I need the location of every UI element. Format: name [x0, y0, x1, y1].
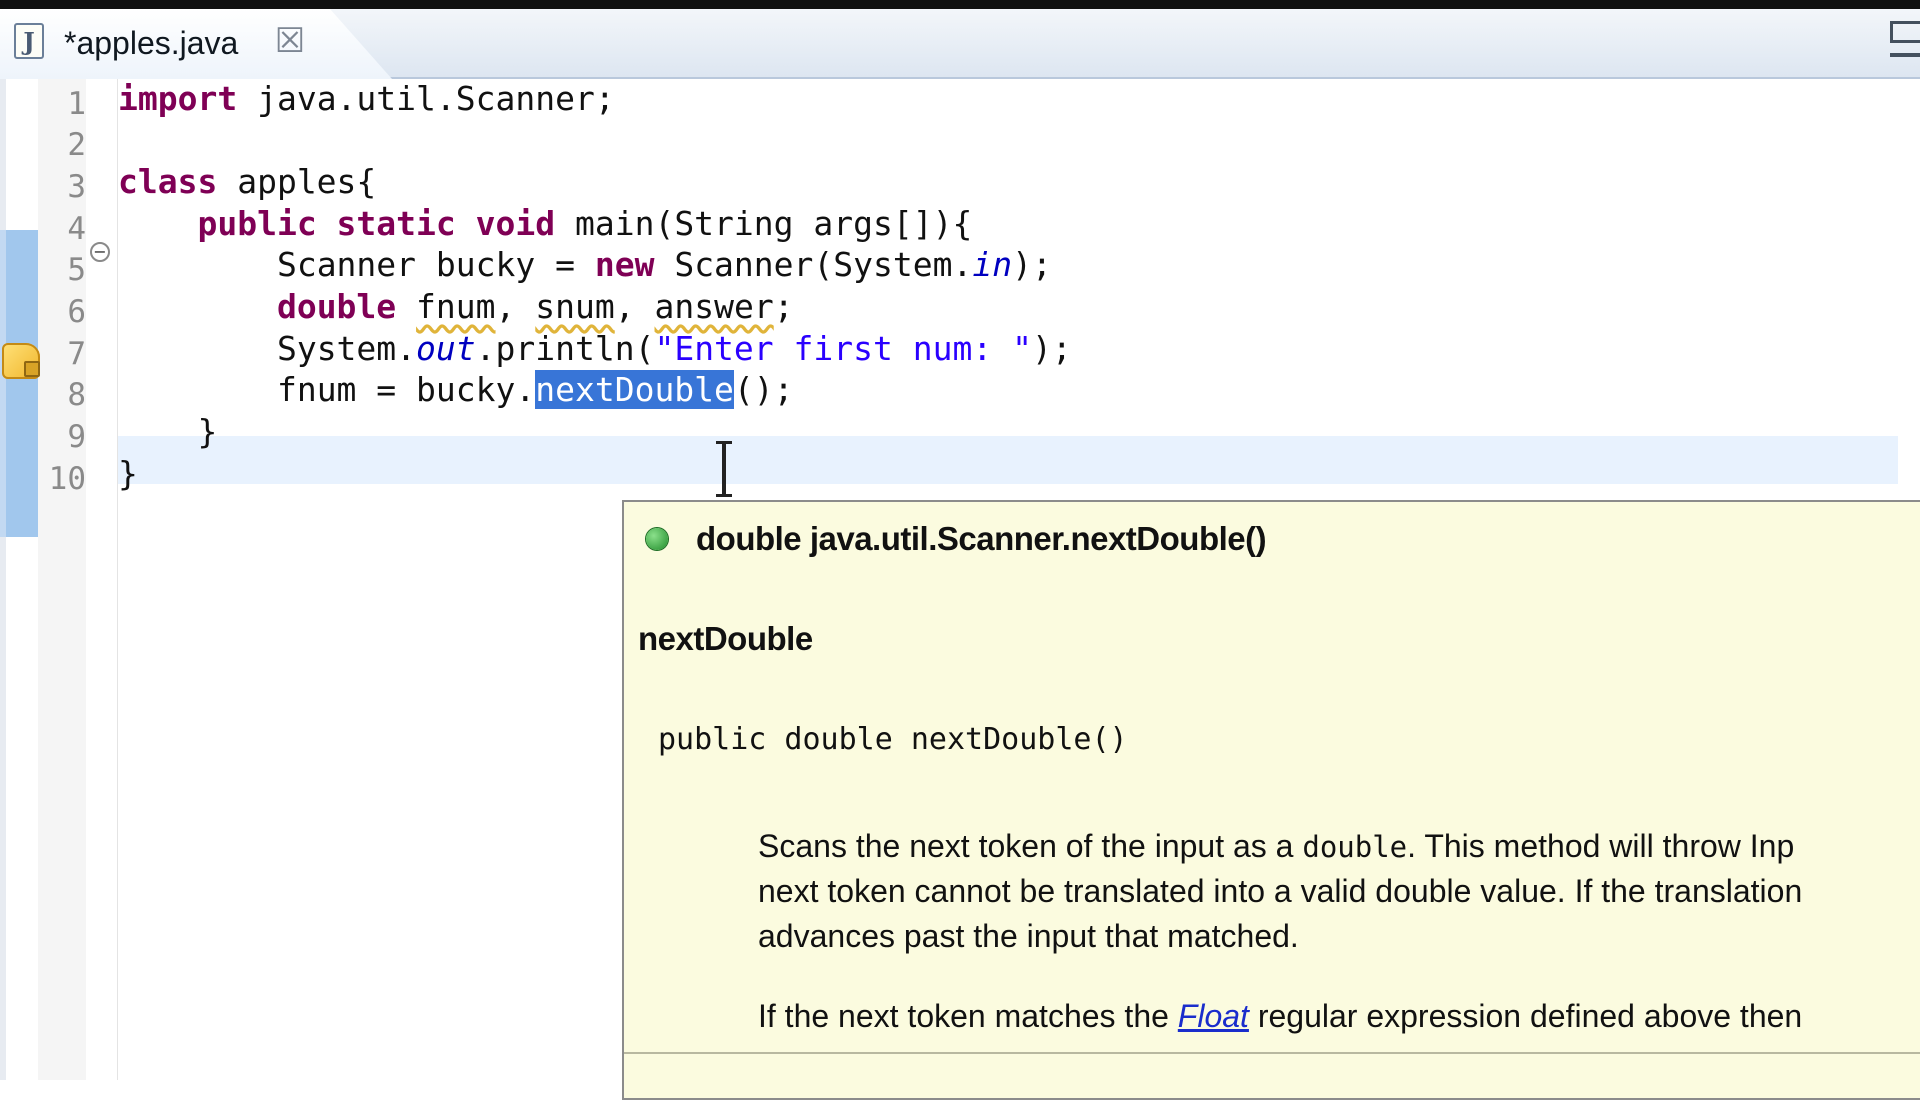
minimize-view-icon[interactable] — [1890, 53, 1920, 57]
doc-method-name: nextDouble — [638, 620, 813, 657]
editor-tab-apples-java[interactable]: J *apples.java ☒ — [0, 9, 392, 79]
hover-footer-divider — [624, 1052, 1920, 1054]
doc-declaration: public double nextDouble() — [658, 722, 1128, 757]
line-number: 10 — [48, 461, 86, 497]
close-tab-icon[interactable]: ☒ — [272, 23, 308, 59]
restore-view-icon[interactable] — [1890, 21, 1920, 43]
doc-description: Scans the next token of the input as a d… — [758, 828, 1803, 954]
tab-title: *apples.java — [64, 25, 239, 61]
warning-lightbulb-icon[interactable] — [2, 343, 40, 379]
selected-text[interactable]: nextDouble — [535, 370, 734, 409]
collapse-fold-icon[interactable]: − — [90, 242, 110, 262]
javadoc-hover-popup[interactable]: double java.util.Scanner.nextDouble() ne… — [622, 500, 1920, 1100]
editor-tab-bar: J *apples.java ☒ — [0, 9, 1920, 79]
code-line-10[interactable]: } — [118, 454, 138, 505]
doc-description-2: If the next token matches the Float regu… — [758, 998, 1803, 1034]
public-method-icon — [646, 528, 668, 550]
text-cursor-icon — [716, 441, 732, 497]
current-line-highlight — [118, 436, 1898, 484]
java-file-icon: J — [14, 23, 44, 59]
code-line-8[interactable]: fnum = bucky.nextDouble(); — [118, 370, 794, 421]
float-link[interactable]: Float — [1178, 998, 1249, 1034]
hover-header: double java.util.Scanner.nextDouble() — [624, 502, 1920, 578]
window-top-strip — [0, 0, 1920, 9]
method-signature: double java.util.Scanner.nextDouble() — [696, 520, 1267, 557]
code-line-1[interactable]: import java.util.Scanner; — [118, 79, 615, 130]
